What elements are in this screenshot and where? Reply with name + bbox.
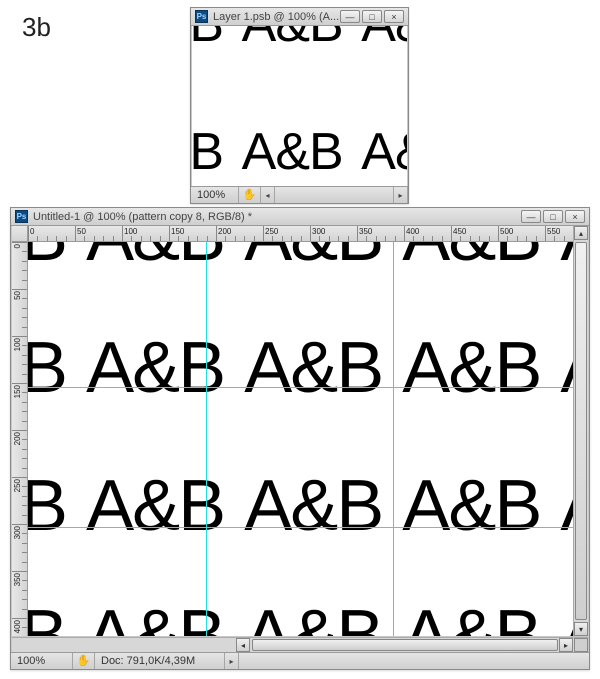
status-info [275, 187, 394, 203]
scroll-thumb[interactable] [252, 639, 558, 651]
scrollbar-horizontal[interactable]: ◂ ▸ [12, 637, 588, 652]
chevron-up-icon: ▴ [579, 229, 583, 238]
hand-icon: ✋ [243, 190, 257, 201]
minimize-icon: — [527, 212, 536, 222]
maximize-button[interactable]: □ [543, 210, 563, 223]
photoshop-window-small: Ps Layer 1.psb @ 100% (A... — □ × A&B A&… [190, 7, 409, 204]
guide-horizontal[interactable] [28, 387, 573, 388]
canvas-small[interactable]: A&B A&B A&BA&B A&B A&B [192, 26, 407, 186]
nav-right-button[interactable]: ▸ [394, 187, 408, 203]
photoshop-icon: Ps [15, 210, 28, 223]
guide-vertical[interactable] [206, 242, 207, 636]
chevron-left-icon: ◂ [265, 191, 269, 200]
chevron-down-icon: ▾ [579, 625, 583, 634]
chevron-left-icon: ◂ [241, 641, 245, 650]
minimize-icon: — [346, 12, 355, 22]
window-title: Layer 1.psb @ 100% (A... [213, 11, 340, 23]
step-label: 3b [22, 12, 51, 43]
titlebar[interactable]: Ps Layer 1.psb @ 100% (A... — □ × [191, 8, 408, 26]
scroll-left-button[interactable]: ◂ [236, 638, 250, 652]
hand-tool-button[interactable]: ✋ [73, 653, 95, 669]
maximize-icon: □ [369, 12, 374, 22]
zoom-field[interactable]: 100% [11, 653, 73, 669]
close-icon: × [391, 12, 396, 22]
maximize-icon: □ [550, 212, 555, 222]
chevron-right-icon: ▸ [398, 191, 402, 200]
close-icon: × [572, 212, 577, 222]
ruler-vertical[interactable]: 050100150200250300350400 [12, 242, 28, 636]
pattern-content: A&B A&B A&B A&B A&BA&B A&B A&B A&B A&BA&… [28, 242, 573, 636]
statusbar-big: 100% ✋ Doc: 791,0K/4,39M ▸ [11, 652, 589, 669]
statusbar-small: 100% ✋ ◂ ▸ [191, 186, 408, 203]
zoom-field[interactable]: 100% [191, 187, 239, 203]
titlebar[interactable]: Ps Untitled-1 @ 100% (pattern copy 8, RG… [11, 208, 589, 226]
chevron-right-icon: ▸ [229, 657, 233, 666]
doc-info[interactable]: Doc: 791,0K/4,39M [95, 653, 225, 669]
close-button[interactable]: × [565, 210, 585, 223]
status-spacer [239, 653, 589, 669]
guide-horizontal[interactable] [28, 527, 573, 528]
hand-tool-button[interactable]: ✋ [239, 187, 261, 203]
minimize-button[interactable]: — [340, 10, 360, 23]
scroll-thumb[interactable] [575, 242, 587, 620]
guide-vertical[interactable] [393, 242, 394, 636]
resize-grip[interactable] [574, 638, 588, 652]
ruler-corner [12, 226, 28, 242]
minimize-button[interactable]: — [521, 210, 541, 223]
chevron-right-icon: ▸ [564, 641, 568, 650]
ruler-horizontal[interactable]: 050100150200250300350400450500550 [28, 226, 573, 242]
canvas-big[interactable]: A&B A&B A&B A&B A&BA&B A&B A&B A&B A&BA&… [28, 242, 573, 636]
photoshop-window-big: Ps Untitled-1 @ 100% (pattern copy 8, RG… [10, 207, 590, 670]
maximize-button[interactable]: □ [362, 10, 382, 23]
info-menu-button[interactable]: ▸ [225, 653, 239, 669]
scroll-down-button[interactable]: ▾ [574, 622, 588, 636]
pattern-content: A&B A&B A&BA&B A&B A&B [192, 26, 407, 186]
scrollbar-vertical[interactable]: ▴ ▾ [573, 226, 588, 636]
window-title: Untitled-1 @ 100% (pattern copy 8, RGB/8… [33, 211, 521, 223]
nav-left-button[interactable]: ◂ [261, 187, 275, 203]
scroll-up-button[interactable]: ▴ [574, 226, 588, 240]
hand-icon: ✋ [77, 656, 91, 667]
photoshop-icon: Ps [195, 10, 208, 23]
scroll-right-button[interactable]: ▸ [559, 638, 573, 652]
close-button[interactable]: × [384, 10, 404, 23]
